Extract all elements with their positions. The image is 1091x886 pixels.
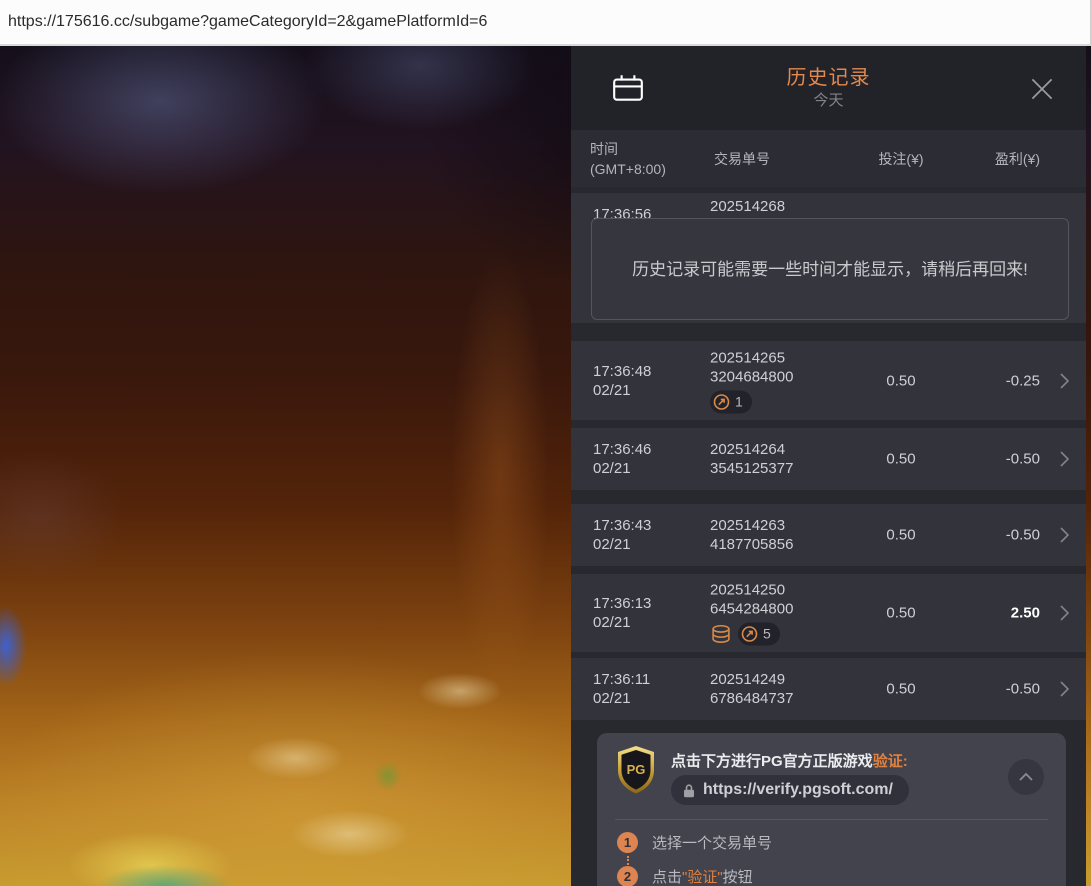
table-row[interactable]: 17:36:4302/21 202514263 4187705856 0.50 …: [571, 504, 1086, 566]
table-row[interactable]: 17:36:1102/21 202514249 6786484737 0.50 …: [571, 658, 1086, 720]
verify-link-word: 验证:: [873, 753, 908, 770]
row-time: 17:36:1102/21: [593, 670, 650, 708]
table-header: 时间 (GMT+8:00) 交易单号 投注(¥) 盈利(¥): [571, 130, 1086, 187]
table-row[interactable]: 17:36:1302/21 202514250 6454284800: [571, 574, 1086, 652]
row-time: 17:36:4302/21: [593, 516, 651, 554]
table-row[interactable]: 17:36:4802/21 202514265 3204684800 1: [571, 341, 1086, 420]
chevron-right-icon: [1059, 372, 1070, 390]
bonus-round-icon: [713, 393, 730, 410]
row-order: 202514264 3545125377: [710, 440, 793, 478]
history-panel: 历史记录 今天 时间 (GMT+8:00) 交易单号 投注(¥) 盈利(¥) 1…: [571, 46, 1086, 886]
row-order: 202514250 6454284800 5: [710, 581, 793, 646]
row-bet: 0.50: [861, 527, 941, 544]
close-icon: [1026, 73, 1058, 105]
step-number-badge: 2: [617, 866, 638, 886]
row-bet: 0.50: [861, 372, 941, 389]
row-bet: 0.50: [861, 605, 941, 622]
divider: [615, 819, 1048, 820]
row-profit: 2.50: [940, 605, 1040, 622]
coins-icon: [710, 624, 732, 644]
column-order: 交易单号: [714, 149, 770, 169]
pg-shield-logo: PG: [613, 745, 659, 795]
row-profit: -0.50: [940, 681, 1040, 698]
row-time: 17:36:4602/21: [593, 440, 651, 478]
screen: https://175616.cc/subgame?gameCategoryId…: [0, 0, 1091, 886]
verify-url-link[interactable]: https://verify.pgsoft.com/: [671, 775, 909, 805]
row-order: 202514268: [710, 197, 785, 216]
verify-step-1: 1 选择一个交易单号: [617, 832, 772, 853]
row-order: 202514249 6786484737: [710, 670, 793, 708]
history-delay-toast: 历史记录可能需要一些时间才能显示，请稍后再回来!: [591, 218, 1069, 320]
collapse-button[interactable]: [1008, 759, 1044, 795]
row-bet: 0.50: [861, 681, 941, 698]
verify-step-2: 2 点击"验证"按钮: [617, 866, 753, 886]
lock-icon: [683, 783, 695, 798]
chevron-right-icon: [1059, 526, 1070, 544]
row-time: 17:36:4802/21: [593, 362, 651, 400]
column-profit: 盈利(¥): [995, 149, 1040, 169]
chevron-right-icon: [1059, 450, 1070, 468]
page-url: https://175616.cc/subgame?gameCategoryId…: [8, 13, 487, 31]
verify-instruction: 点击下方进行PG官方正版游戏验证:: [671, 750, 908, 771]
table-row[interactable]: 17:36:4602/21 202514264 3545125377 0.50 …: [571, 428, 1086, 490]
step-connector: [627, 856, 629, 865]
close-button[interactable]: [1026, 73, 1058, 105]
chevron-right-icon: [1059, 604, 1070, 622]
pg-verify-card: PG 点击下方进行PG官方正版游戏验证: https://verify.pgso…: [597, 733, 1066, 886]
svg-text:PG: PG: [627, 762, 646, 777]
row-profit: -0.25: [940, 372, 1040, 389]
verify-url-text: https://verify.pgsoft.com/: [703, 781, 893, 799]
chevron-right-icon: [1059, 680, 1070, 698]
panel-header: 历史记录 今天: [571, 46, 1086, 130]
step-number-badge: 1: [617, 832, 638, 853]
date-filter-label: 今天: [571, 89, 1086, 110]
column-bet: 投注(¥): [861, 149, 941, 169]
column-time: 时间 (GMT+8:00): [590, 139, 666, 179]
row-order: 202514265 3204684800 1: [710, 348, 793, 413]
row-bet: 0.50: [861, 451, 941, 468]
bonus-round-icon: [741, 626, 758, 643]
row-order: 202514263 4187705856: [710, 516, 793, 554]
row-time: 17:36:1302/21: [593, 594, 651, 632]
row-profit: -0.50: [940, 451, 1040, 468]
freespin-badge: 5: [738, 623, 780, 646]
browser-address-bar[interactable]: https://175616.cc/subgame?gameCategoryId…: [0, 0, 1091, 46]
chevron-up-icon: [1018, 772, 1034, 782]
row-profit: -0.50: [940, 527, 1040, 544]
panel-title: 历史记录: [571, 61, 1086, 90]
freespin-badge: 1: [710, 390, 752, 413]
